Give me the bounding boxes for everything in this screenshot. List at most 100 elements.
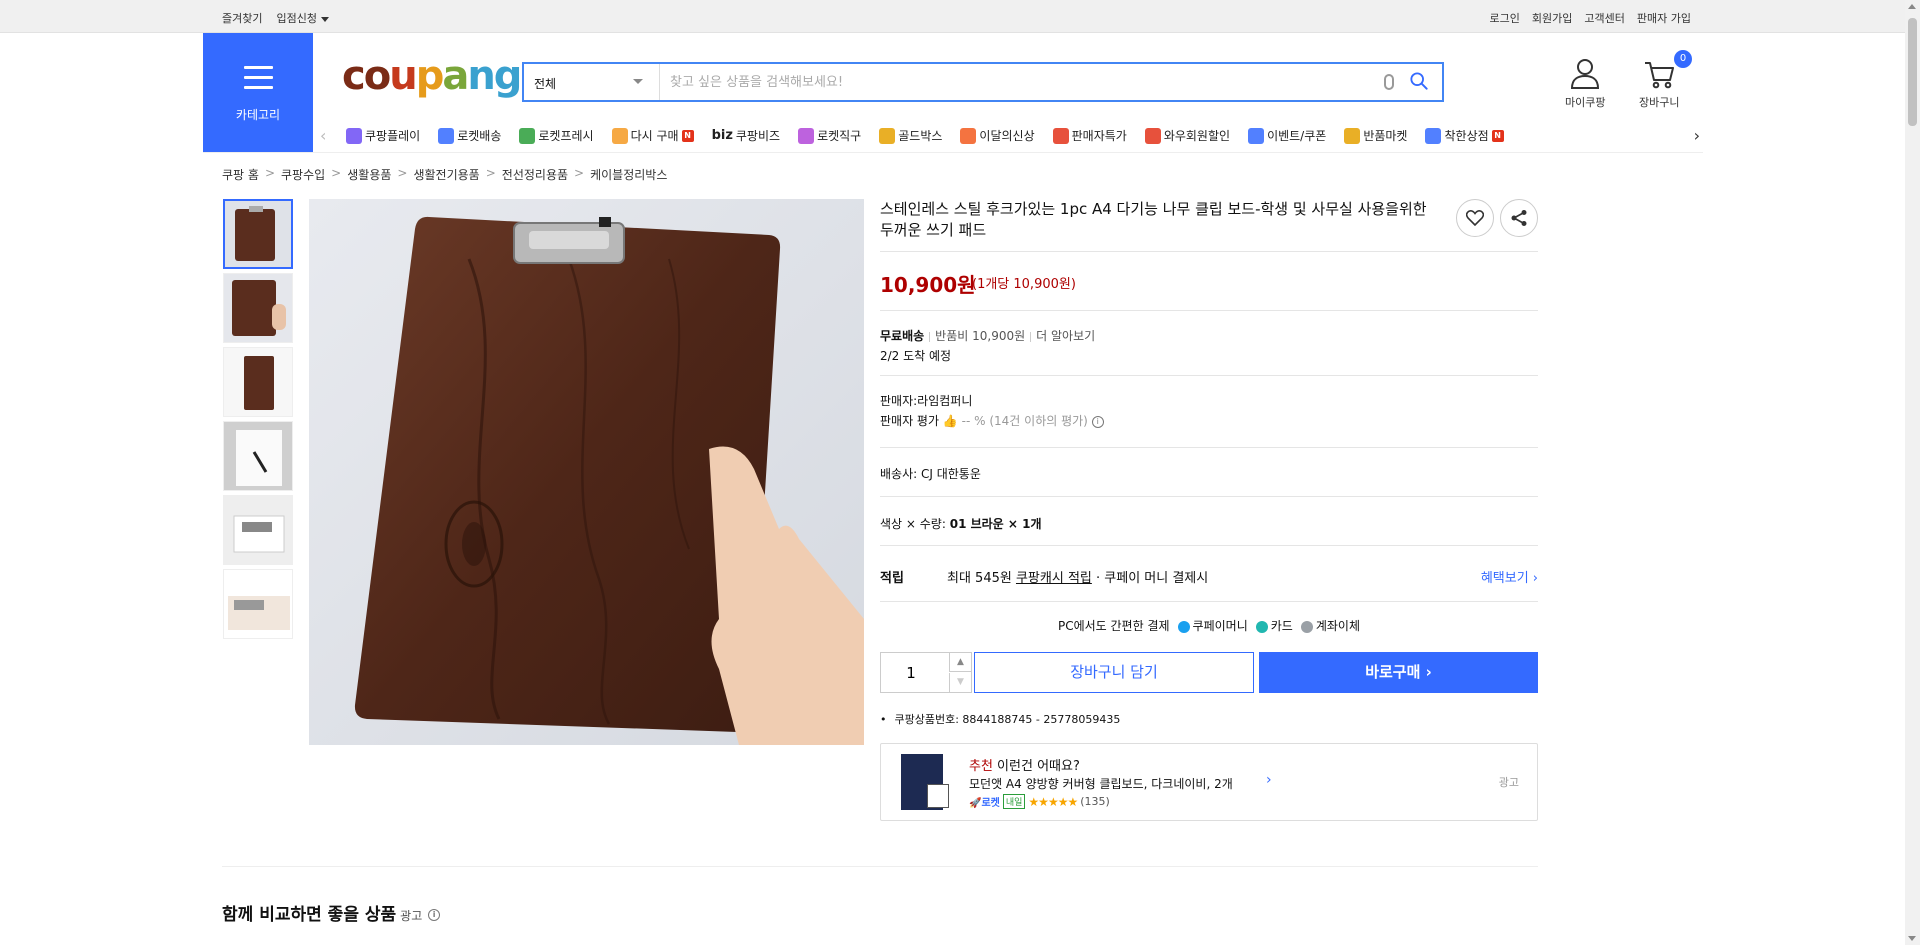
nav-prev-arrow-icon[interactable]: ‹ <box>320 126 326 145</box>
breadcrumb-separator-icon: > <box>397 166 408 180</box>
compare-section-title: 함께 비교하면 좋을 상품 광고 i <box>222 900 441 925</box>
nav-item-label: 반품마켓 <box>1363 129 1408 143</box>
heart-icon <box>1466 210 1484 226</box>
thumbnail-1[interactable] <box>223 199 293 269</box>
nav-item-8[interactable]: 판매자특가 <box>1052 127 1127 144</box>
scroll-up-arrow-icon[interactable] <box>1908 4 1916 9</box>
nav-item-1[interactable]: 로켓배송 <box>438 127 501 144</box>
search-scope-select[interactable]: 전체 <box>524 64 660 100</box>
nav-item-12[interactable]: 착한상점 N <box>1425 127 1504 144</box>
nav-item-label: 다시 구매 <box>630 129 679 143</box>
breadcrumb-item[interactable]: 쿠팡 홈 <box>222 166 259 183</box>
category-shortcut-bar: ‹ 쿠팡플레이 로켓배송 로켓프레시 다시 구매 N biz 쿠팡비즈 로켓직구 골드박스 이달의… <box>320 120 1700 152</box>
nav-item-4[interactable]: biz 쿠팡비즈 <box>712 127 781 144</box>
nav-item-label: 판매자특가 <box>1071 129 1127 143</box>
payment-method-label: 카드 <box>1270 619 1293 633</box>
nav-item-label: 로켓프레시 <box>538 129 594 143</box>
thumbnail-5[interactable] <box>223 495 293 565</box>
cart-button[interactable]: 장바구니 <box>1639 58 1679 110</box>
buy-now-button[interactable]: 바로구매 › <box>1259 652 1538 693</box>
carrier-info: 배송사: CJ 대한통운 <box>880 467 981 481</box>
option-label: 색상 × 수량: <box>880 517 946 531</box>
info-icon[interactable]: i <box>428 909 441 921</box>
add-to-cart-button[interactable]: 장바구니 담기 <box>974 652 1254 693</box>
recommended-product-name: 모던앳 A4 양방향 커버형 클립보드, 다크네이비, 2개 <box>969 777 1233 791</box>
nav-item-3[interactable]: 다시 구매 N <box>611 127 694 144</box>
mycoupang-button[interactable]: 마이쿠팡 <box>1565 58 1605 110</box>
breadcrumb-item[interactable]: 전선정리용품 <box>502 166 568 183</box>
scrollbar-thumb[interactable] <box>1908 18 1917 126</box>
dropdown-arrow-icon <box>633 79 643 84</box>
nav-next-arrow-icon[interactable]: › <box>1694 126 1700 145</box>
wishlist-button[interactable] <box>1456 199 1494 237</box>
selected-option[interactable]: 색상 × 수량: 01 브라운 × 1개 <box>880 515 1042 532</box>
info-icon[interactable]: i <box>1091 415 1104 428</box>
quantity-decrease-icon[interactable]: ▼ <box>949 673 971 692</box>
search-input[interactable] <box>670 72 1370 92</box>
signup-link[interactable]: 회원가입 <box>1532 10 1572 26</box>
recommendation-card[interactable]: 추천 이런건 어때요? 모던앳 A4 양방향 커버형 클립보드, 다크네이비, … <box>880 743 1538 821</box>
category-menu-button[interactable]: 카테고리 <box>203 33 313 152</box>
page-scrollbar[interactable] <box>1905 0 1920 945</box>
nav-item-0[interactable]: 쿠팡플레이 <box>346 127 420 144</box>
cart-icon <box>1645 62 1675 89</box>
percent-icon <box>1052 127 1069 144</box>
thumbnail-6[interactable] <box>223 569 293 639</box>
seller-signup-link[interactable]: 판매자 가입 <box>1637 10 1691 26</box>
thumbnail-4[interactable] <box>223 421 293 491</box>
goldbox-icon <box>879 127 896 144</box>
main-product-image[interactable] <box>309 199 864 745</box>
nav-item-label: 쿠팡비즈 <box>735 129 781 143</box>
thumbnail-3[interactable] <box>223 347 293 417</box>
thumbs-up-icon: 👍 <box>942 414 958 428</box>
nav-item-9[interactable]: 와우회원할인 <box>1144 127 1230 144</box>
nav-item-6[interactable]: 골드박스 <box>879 127 942 144</box>
breadcrumb-item[interactable]: 케이블정리박스 <box>590 166 667 183</box>
learn-more-link[interactable]: 더 알아보기 <box>1036 329 1095 343</box>
bookmark-link[interactable]: 즐겨찾기 <box>222 10 262 26</box>
option-value: 01 브라운 × 1개 <box>949 517 1042 531</box>
divider <box>880 375 1538 376</box>
nav-item-label: 착한상점 <box>1444 129 1489 143</box>
seller-rating-value: -- % <box>961 414 986 428</box>
share-button[interactable] <box>1500 199 1538 237</box>
nav-item-5[interactable]: 로켓직구 <box>798 127 861 144</box>
seller-apply-label: 입점신청 <box>276 12 317 25</box>
chevron-right-icon[interactable]: › <box>1266 772 1272 788</box>
return-fee: 반품비 10,900원 <box>935 329 1026 343</box>
nav-item-label: 로켓배송 <box>457 129 502 143</box>
chevron-right-icon: › <box>1425 663 1432 681</box>
wow-icon <box>1144 127 1161 144</box>
breadcrumb-item[interactable]: 쿠팡수입 <box>281 166 325 183</box>
seller-name[interactable]: 판매자:라임컴퍼니 <box>880 392 972 409</box>
login-link[interactable]: 로그인 <box>1490 10 1520 26</box>
search-icon[interactable] <box>1410 72 1428 90</box>
reward-amount: 최대 545원 <box>947 571 1012 586</box>
nav-item-2[interactable]: 로켓프레시 <box>519 127 594 144</box>
nav-item-label: 골드박스 <box>898 129 943 143</box>
coupang-cash-link[interactable]: 쿠팡캐시 적립 <box>1016 571 1092 586</box>
thumbnail-2[interactable] <box>223 273 293 343</box>
quantity-increase-icon[interactable]: ▲ <box>949 653 971 672</box>
benefit-link[interactable]: 혜택보기 › <box>1481 567 1538 586</box>
scroll-down-arrow-icon[interactable] <box>1908 936 1916 941</box>
seller-apply-link[interactable]: 입점신청 <box>276 10 329 26</box>
product-title: 스테인레스 스틸 후크가있는 1pc A4 다기능 나무 클립 보드-학생 및 … <box>880 200 1427 239</box>
recommend-title: 이런건 어때요? <box>992 759 1080 774</box>
nav-item-10[interactable]: 이벤트/쿠폰 <box>1248 127 1326 144</box>
breadcrumb-item[interactable]: 생활용품 <box>347 166 391 183</box>
nav-item-11[interactable]: 반품마켓 <box>1344 127 1407 144</box>
customer-center-link[interactable]: 고객센터 <box>1584 10 1624 26</box>
thumbnail-list <box>223 199 293 643</box>
nav-items: 쿠팡플레이 로켓배송 로켓프레시 다시 구매 N biz 쿠팡비즈 로켓직구 골드박스 이달의신상… <box>346 127 1504 144</box>
microphone-icon[interactable] <box>1384 74 1394 90</box>
biz-icon: biz <box>711 128 733 143</box>
breadcrumb-item[interactable]: 생활전기용품 <box>413 166 479 183</box>
divider <box>880 310 1538 311</box>
cart-count-badge: 0 <box>1674 50 1692 68</box>
coupang-logo[interactable]: coupang <box>342 56 522 96</box>
payment-intro: PC에서도 간편한 결제 <box>1057 619 1170 633</box>
nav-item-7[interactable]: 이달의신상 <box>960 127 1035 144</box>
quantity-input[interactable] <box>881 653 941 692</box>
hamburger-icon <box>244 66 273 89</box>
